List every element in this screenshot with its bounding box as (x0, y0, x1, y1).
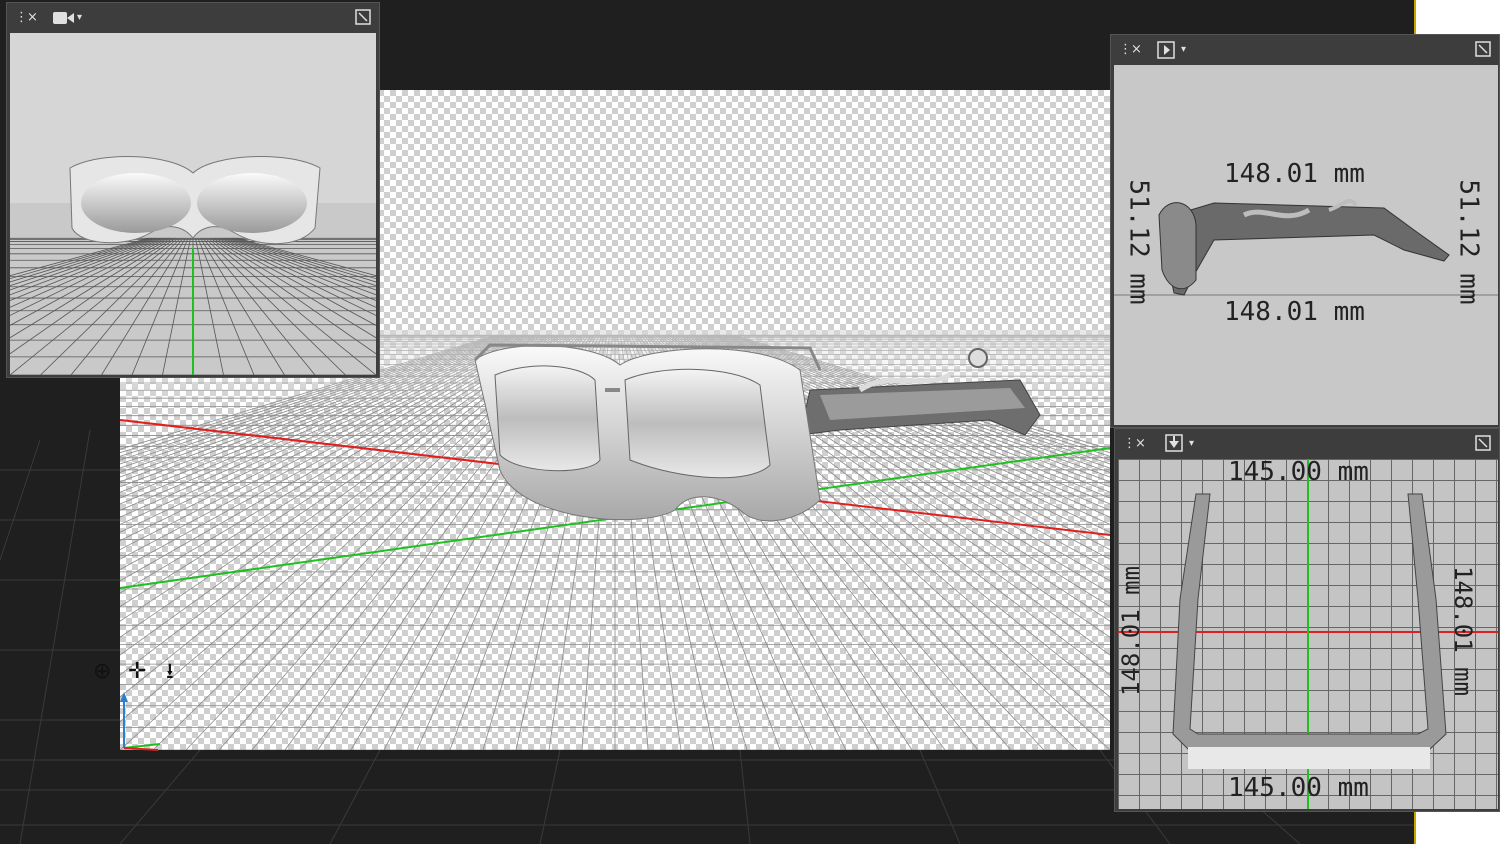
width-dimension-top: 148.01 mm (1224, 159, 1365, 189)
camera-view[interactable] (10, 33, 376, 375)
top-scene (1118, 459, 1498, 809)
chevron-down-icon[interactable]: ▾ (1181, 42, 1186, 58)
side-view[interactable]: 148.01 mm 148.01 mm 51.12 mm 51.12 mm (1114, 65, 1498, 425)
camera-scene (10, 33, 376, 375)
camera-icon[interactable] (53, 11, 75, 30)
top-view[interactable]: 145.00 mm 145.00 mm 148.01 mm 148.01 mm (1118, 459, 1498, 809)
maximize-icon[interactable] (1475, 41, 1491, 62)
top-view-icon[interactable] (1165, 434, 1183, 457)
side-scene (1114, 198, 1498, 296)
side-view-panel[interactable]: ⋮ × ▾ 148.01 mm 148.01 mm 51.12 mm 51.12… (1110, 34, 1500, 428)
close-icon[interactable]: × (27, 10, 38, 26)
width-dimension-bottom: 148.01 mm (1224, 297, 1365, 327)
maximize-icon[interactable] (1475, 435, 1491, 456)
height-dimension-right: 51.12 mm (1453, 179, 1484, 305)
depth-dimension-left: 148.01 mm (1118, 565, 1146, 697)
close-icon[interactable]: × (1131, 42, 1142, 58)
top-panel-toolbar: ⋮ × ▾ (1115, 429, 1499, 459)
dolly-icon[interactable]: ⭳ (166, 660, 174, 684)
side-panel-toolbar: ⋮ × ▾ (1111, 35, 1499, 65)
maximize-icon[interactable] (355, 9, 371, 30)
close-icon[interactable]: × (1135, 436, 1146, 452)
top-view-panel[interactable]: ⋮ × ▾ 145.00 mm 145.00 mm 148.01 mm 148.… (1114, 428, 1500, 812)
camera-view-panel[interactable]: ⋮ × ▾ (6, 2, 380, 378)
orbit-icon[interactable]: ⊕ (93, 660, 111, 684)
depth-dimension-right: 148.01 mm (1449, 565, 1478, 697)
width-dimension-bottom: 145.00 mm (1228, 773, 1369, 803)
pan-icon[interactable]: ✛ (128, 660, 146, 684)
width-dimension-top: 145.00 mm (1228, 459, 1369, 487)
chevron-down-icon[interactable]: ▾ (1189, 436, 1194, 452)
height-dimension-left: 51.12 mm (1123, 179, 1154, 305)
camera-panel-toolbar: ⋮ × ▾ (7, 3, 379, 33)
chevron-down-icon[interactable]: ▾ (77, 10, 82, 26)
side-view-icon[interactable] (1157, 41, 1175, 64)
